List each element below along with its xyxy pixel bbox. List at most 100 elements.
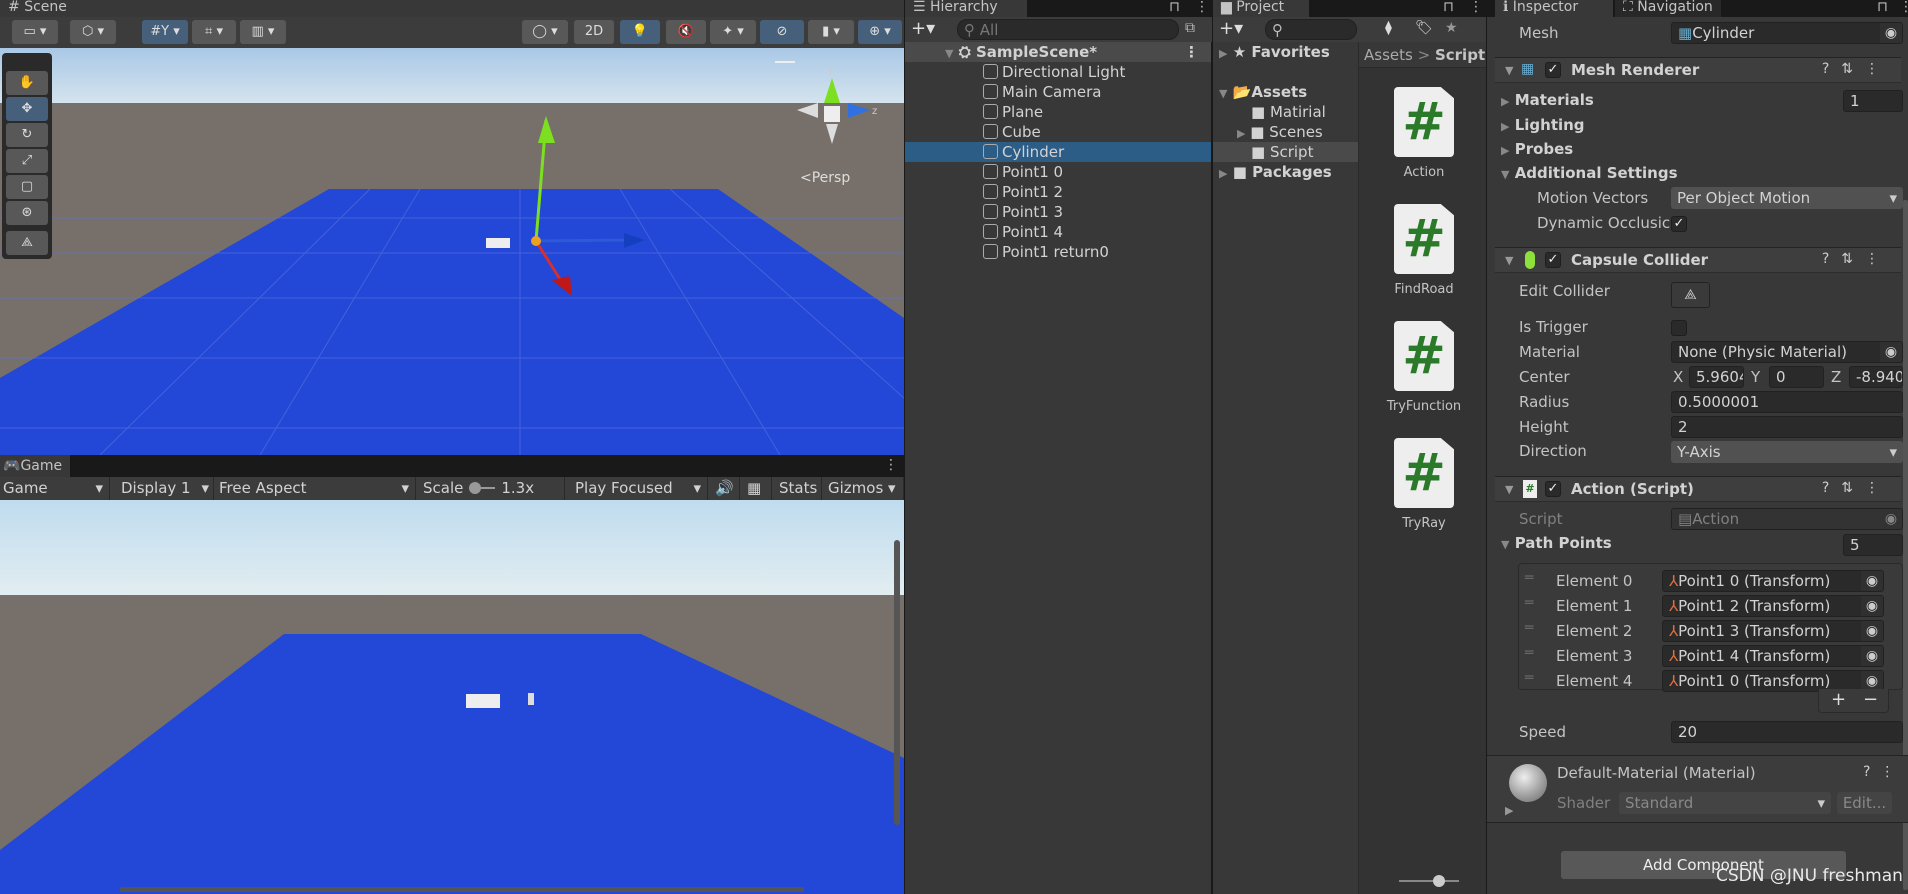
- scene-menu-icon[interactable]: [775, 61, 795, 63]
- hierarchy-item[interactable]: Plane: [905, 102, 1211, 122]
- stats-button[interactable]: Stats: [776, 477, 822, 500]
- gizmos-toggle-icon[interactable]: ⊕ ▾: [858, 20, 902, 44]
- tree-folder-scenes[interactable]: ▶ ■ Scenes: [1213, 122, 1358, 142]
- material-header-icons[interactable]: ?⋮: [1863, 764, 1904, 780]
- component-header-icons[interactable]: ?⇅⋮: [1822, 480, 1891, 496]
- motion-vectors-dropdown[interactable]: Per Object Motion: [1671, 187, 1903, 209]
- display-dropdown[interactable]: Display 1 ▾: [118, 477, 214, 500]
- shader-dropdown[interactable]: Standard: [1619, 792, 1831, 814]
- tab-scene[interactable]: # Scene: [0, 0, 75, 17]
- center-x-field[interactable]: 5.9604: [1689, 366, 1744, 388]
- path-points-size-field[interactable]: 5: [1843, 534, 1903, 556]
- transform-tool-icon[interactable]: ⊛: [6, 201, 48, 225]
- element-transform-field[interactable]: ⅄Point1 3 (Transform) ◉: [1662, 620, 1884, 642]
- game-mode-dropdown[interactable]: Game ▾: [0, 477, 110, 500]
- play-mode-dropdown[interactable]: Play Focused ▾: [572, 477, 708, 500]
- mesh-renderer-header[interactable]: ▼ ▦ ✓ Mesh Renderer ?⇅⋮: [1495, 57, 1901, 83]
- draw-mode-button[interactable]: ▭ ▾: [12, 20, 58, 44]
- shading-sphere-button[interactable]: ◯ ▾: [522, 20, 568, 44]
- game-menu-icon[interactable]: ⋮: [884, 458, 898, 473]
- game-viewport[interactable]: [0, 500, 904, 894]
- create-button[interactable]: +▾: [911, 18, 935, 39]
- edit-collider-button[interactable]: ⟁: [1671, 282, 1710, 308]
- grid-snap-button[interactable]: #Y ▾: [142, 20, 188, 44]
- probes-foldout[interactable]: ▶ Probes: [1501, 140, 1573, 158]
- hierarchy-item[interactable]: Cylinder: [905, 142, 1211, 162]
- hierarchy-item[interactable]: Point1 4: [905, 222, 1211, 242]
- tab-hierarchy[interactable]: ☰ Hierarchy: [905, 0, 1027, 17]
- scene-root-row[interactable]: ▼ ⛭ SampleScene* ⋮: [905, 42, 1211, 62]
- project-create-button[interactable]: +▾: [1219, 18, 1243, 39]
- object-picker-icon[interactable]: ◉: [1861, 621, 1883, 641]
- tree-folder-matirial[interactable]: ■ Matirial: [1213, 102, 1358, 122]
- action-enabled-checkbox[interactable]: ✓: [1545, 481, 1561, 497]
- drag-handle-icon[interactable]: ═: [1525, 595, 1533, 611]
- rect-tool-icon[interactable]: ▢: [6, 175, 48, 199]
- scale-slider[interactable]: Scale 1.3x: [420, 477, 565, 500]
- additional-settings-foldout[interactable]: ▼ Additional Settings: [1501, 164, 1678, 182]
- drag-handle-icon[interactable]: ═: [1525, 570, 1533, 586]
- materials-foldout[interactable]: ▶ Materials: [1501, 91, 1594, 109]
- aspect-dropdown[interactable]: Free Aspect ▾: [216, 477, 416, 500]
- hierarchy-item[interactable]: Point1 0: [905, 162, 1211, 182]
- project-menu-icon[interactable]: ⋮: [1469, 0, 1483, 15]
- lighting-foldout[interactable]: ▶ Lighting: [1501, 116, 1585, 134]
- object-picker-icon[interactable]: ◉: [1861, 596, 1883, 616]
- drag-handle-icon[interactable]: ═: [1525, 645, 1533, 661]
- object-picker-icon[interactable]: ◉: [1880, 23, 1902, 43]
- height-field[interactable]: 2: [1671, 416, 1903, 438]
- rotate-tool-icon[interactable]: ↻: [6, 123, 48, 147]
- capsule-enabled-checkbox[interactable]: ✓: [1545, 252, 1561, 268]
- object-picker-icon[interactable]: ◉: [1861, 671, 1883, 691]
- component-header-icons[interactable]: ?⇅⋮: [1822, 251, 1891, 267]
- move-tool-icon[interactable]: ✥: [6, 97, 48, 121]
- asset-script-file[interactable]: # TryRay: [1369, 438, 1479, 531]
- grid-visibility-button[interactable]: ▥ ▾: [240, 20, 286, 44]
- audio-toggle-icon[interactable]: 🔇: [666, 20, 706, 44]
- shader-edit-button[interactable]: Edit...: [1837, 792, 1892, 814]
- gizmos-button[interactable]: Gizmos ▾: [825, 477, 904, 500]
- mesh-field[interactable]: ▦Cylinder ◉: [1671, 22, 1903, 44]
- object-picker-icon[interactable]: ◉: [1880, 342, 1902, 362]
- center-y-field[interactable]: 0: [1769, 366, 1824, 388]
- element-transform-field[interactable]: ⅄Point1 4 (Transform) ◉: [1662, 645, 1884, 667]
- direction-dropdown[interactable]: Y-Axis: [1671, 441, 1903, 463]
- scene-viewport[interactable]: y z <Persp: [0, 48, 904, 455]
- camera-settings-icon[interactable]: ▮ ▾: [808, 20, 854, 44]
- materials-count-field[interactable]: 1: [1843, 90, 1903, 112]
- action-script-header[interactable]: ▼ # ✓ Action (Script) ?⇅⋮: [1495, 476, 1901, 502]
- inspector-lock-icon[interactable]: ⊓: [1877, 0, 1888, 15]
- dynamic-occlusion-checkbox[interactable]: ✓: [1671, 216, 1687, 232]
- hierarchy-item[interactable]: Point1 2: [905, 182, 1211, 202]
- render-mode-button[interactable]: ⬡ ▾: [70, 20, 116, 44]
- asset-script-file[interactable]: # Action: [1369, 87, 1479, 180]
- capsule-collider-header[interactable]: ▼ ✓ Capsule Collider ?⇅⋮: [1495, 247, 1901, 273]
- tab-inspector[interactable]: ℹ Inspector: [1495, 0, 1613, 17]
- hidden-objects-icon[interactable]: ⊘: [760, 20, 804, 44]
- tree-folder-script[interactable]: ■ Script: [1213, 142, 1358, 162]
- drag-handle-icon[interactable]: ═: [1525, 670, 1533, 686]
- hierarchy-menu-icon[interactable]: ⋮: [1195, 0, 1209, 15]
- hierarchy-item[interactable]: Cube: [905, 122, 1211, 142]
- center-z-field[interactable]: -8.940: [1849, 366, 1903, 388]
- hierarchy-item[interactable]: Point1 return0: [905, 242, 1211, 262]
- add-element-button[interactable]: +: [1831, 689, 1846, 710]
- asset-script-file[interactable]: # FindRoad: [1369, 204, 1479, 297]
- scene-menu-dots[interactable]: ⋮: [1184, 42, 1199, 62]
- favorite-star-icon[interactable]: ★: [1445, 20, 1458, 36]
- breadcrumb-assets[interactable]: Assets: [1364, 46, 1413, 64]
- is-trigger-checkbox[interactable]: [1671, 320, 1687, 336]
- tab-game[interactable]: 🎮Game: [0, 455, 71, 477]
- scale-tool-icon[interactable]: ⤢: [6, 149, 48, 173]
- effects-toggle-icon[interactable]: ✦ ▾: [710, 20, 756, 44]
- remove-element-button[interactable]: −: [1863, 689, 1878, 710]
- mute-audio-icon[interactable]: 🔊: [712, 477, 740, 500]
- hierarchy-item[interactable]: Point1 3: [905, 202, 1211, 222]
- object-picker-icon[interactable]: ◉: [1861, 571, 1883, 591]
- search-by-label-icon[interactable]: 🏷: [1415, 20, 1433, 36]
- breadcrumb-script[interactable]: Script: [1435, 46, 1485, 64]
- tab-navigation[interactable]: ⛶ Navigation: [1615, 0, 1721, 17]
- drag-handle-icon[interactable]: ═: [1525, 620, 1533, 636]
- toggle-2d-button[interactable]: 2D: [574, 20, 614, 44]
- physic-material-field[interactable]: None (Physic Material) ◉: [1671, 341, 1903, 363]
